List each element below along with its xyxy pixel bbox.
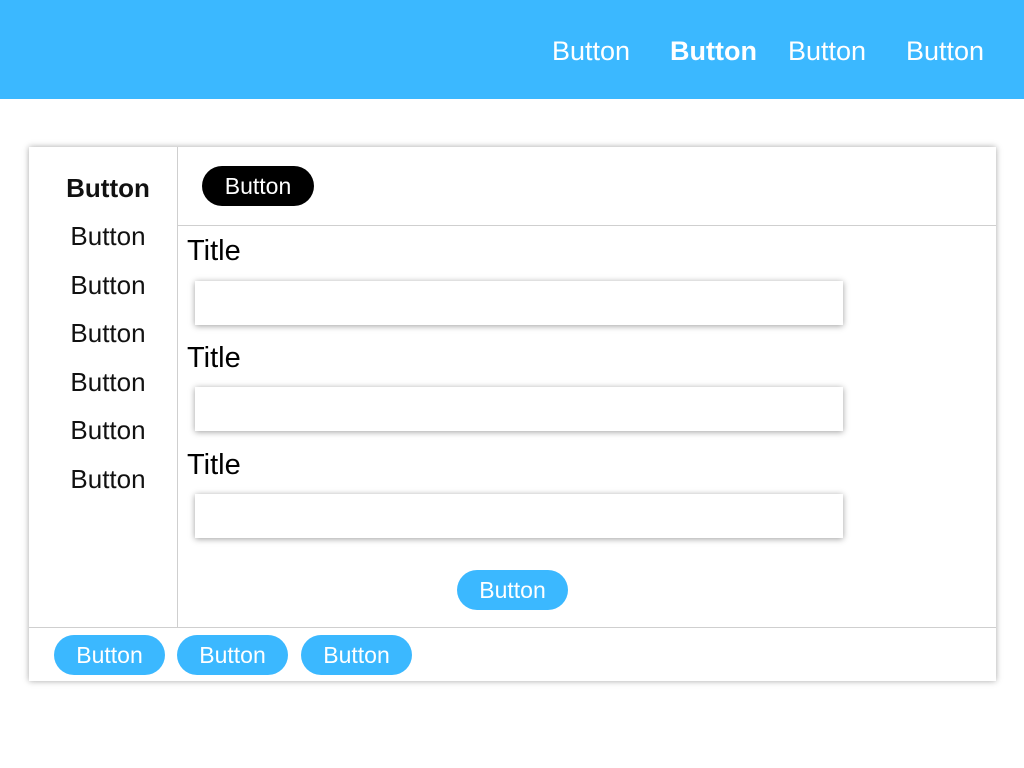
form-submit-button[interactable]: Button <box>457 570 568 610</box>
header-nav-button-1[interactable]: Button <box>552 31 630 71</box>
header-nav-button-2[interactable]: Button <box>670 31 757 71</box>
text-field-3[interactable] <box>195 494 843 538</box>
sidebar-item-6[interactable]: Button <box>29 413 187 447</box>
text-field-1[interactable] <box>195 281 843 325</box>
toolbar-primary-button[interactable]: Button <box>202 166 314 206</box>
footer-button-2[interactable]: Button <box>177 635 288 675</box>
sidebar-item-3[interactable]: Button <box>29 268 187 302</box>
text-field-2[interactable] <box>195 387 843 431</box>
top-header-bar: Button Button Button Button <box>0 0 1024 99</box>
field-title-3: Title <box>187 449 241 481</box>
sidebar-item-5[interactable]: Button <box>29 365 187 399</box>
field-title-2: Title <box>187 342 241 374</box>
toolbar-divider <box>178 225 996 226</box>
sidebar-item-7[interactable]: Button <box>29 462 187 496</box>
footer-button-1[interactable]: Button <box>54 635 165 675</box>
header-nav-button-4[interactable]: Button <box>906 31 984 71</box>
main-card: Button Button Button Button Button Butto… <box>29 147 996 681</box>
footer-divider <box>29 627 996 628</box>
header-nav-button-3[interactable]: Button <box>788 31 866 71</box>
sidebar-item-2[interactable]: Button <box>29 219 187 253</box>
field-title-1: Title <box>187 235 241 267</box>
sidebar-item-1[interactable]: Button <box>29 171 187 205</box>
footer-button-3[interactable]: Button <box>301 635 412 675</box>
sidebar-item-4[interactable]: Button <box>29 316 187 350</box>
